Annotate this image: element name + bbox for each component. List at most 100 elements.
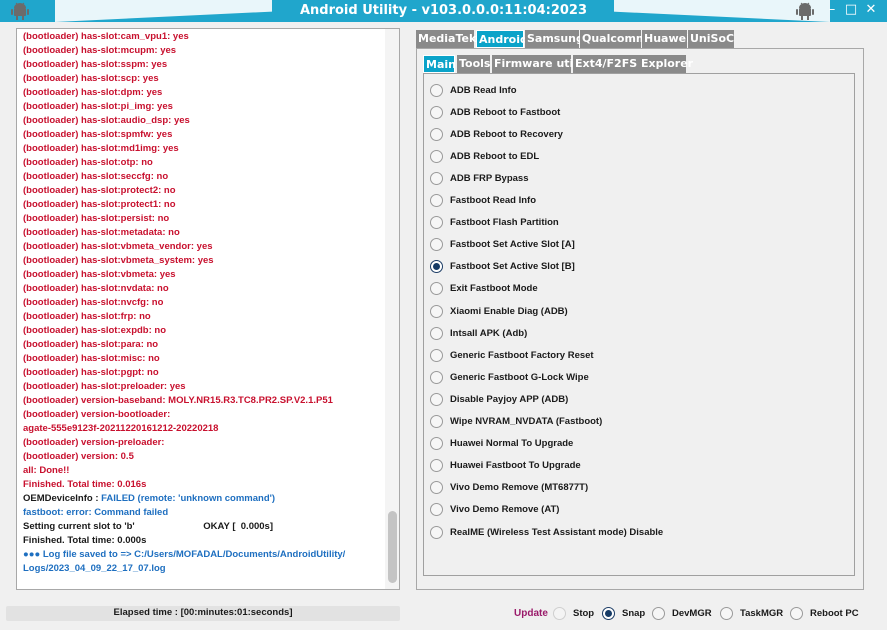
option-radio[interactable]: ADB FRP Bypass [430,169,529,187]
subtab-main[interactable]: Main [423,55,456,73]
option-radio[interactable]: ADB Reboot to EDL [430,147,539,165]
radio-button[interactable] [430,348,443,362]
option-radio[interactable]: Fastboot Set Active Slot [A] [430,236,575,254]
radio-button[interactable] [720,607,733,620]
radio-button[interactable] [430,127,443,141]
close-button[interactable]: ✕ [863,2,879,18]
log-line: (bootloader) version-bootloader: [23,409,171,420]
radio-button[interactable] [430,459,443,473]
bottom-option-reboot-pc[interactable]: Reboot PC [790,606,859,621]
radio-button[interactable] [602,607,615,620]
radio-button[interactable] [430,437,443,451]
option-radio[interactable]: Xiaomi Enable Diag (ADB) [430,302,568,320]
log-line: (bootloader) has-slot:expdb: no [23,325,167,336]
tab-qualcomm[interactable]: Qualcomm [580,30,647,48]
radio-button[interactable] [430,282,443,296]
option-label: Vivo Demo Remove (AT) [450,504,560,516]
radio-button[interactable] [430,503,443,517]
log-line: (bootloader) has-slot:seccfg: no [23,171,169,182]
option-radio[interactable]: Fastboot Read Info [430,192,536,210]
option-radio[interactable]: Wipe NVRAM_NVDATA (Fastboot) [430,413,602,431]
option-radio[interactable]: ADB Reboot to Fastboot [430,103,560,121]
log-line: (bootloader) has-slot:sspm: yes [23,59,168,70]
radio-button[interactable] [430,194,443,207]
bottom-option-snap[interactable]: Snap [602,606,645,621]
radio-button[interactable] [430,415,443,428]
option-radio[interactable]: Intsall APK (Adb) [430,324,527,342]
radio-button[interactable] [430,370,443,384]
log-line: Finished. Total time: 0.016s [23,479,147,490]
option-radio[interactable]: Vivo Demo Remove (AT) [430,501,559,519]
radio-button [553,607,566,620]
log-line-prefix: OEMDeviceInfo : [23,493,102,504]
radio-button[interactable] [430,525,443,539]
minimize-button[interactable]: – [824,2,840,18]
subtab-firmware-utils[interactable]: Firmware utils [492,55,584,73]
log-line: (bootloader) has-slot:pi_img: yes [23,101,173,112]
log-line: (bootloader) version: 0.5 [23,451,134,462]
option-radio[interactable]: ADB Read Info [430,81,517,99]
option-label: Fastboot Read Info [450,195,537,206]
log-line: (bootloader) has-slot:para: no [23,339,159,350]
radio-button[interactable] [430,392,443,406]
log-line: (bootloader) has-slot:nvcfg: no [23,297,164,308]
option-radio[interactable]: Exit Fastboot Mode [430,280,538,298]
log-line: (bootloader) has-slot:spmfw: yes [23,129,173,140]
tab-unisoc[interactable]: UniSoC [688,30,734,48]
radio-button[interactable] [430,238,443,252]
subtab-tools[interactable]: Tools [457,55,490,73]
log-line: (bootloader) has-slot:vbmeta: yes [23,269,176,280]
tab-huawei[interactable]: Huawei [642,30,690,48]
option-label: Intsall APK (Adb) [450,327,528,339]
option-radio[interactable]: Generic Fastboot G-Lock Wipe [430,368,589,386]
option-radio[interactable]: RealME (Wireless Test Assistant mode) Di… [430,523,663,541]
radio-button[interactable] [430,105,443,119]
radio-button[interactable] [790,607,803,620]
option-label: ADB Reboot to Recovery [450,128,563,140]
log-line: (bootloader) has-slot:pgpt: no [23,367,159,378]
log-panel[interactable]: (bootloader) has-slot:cam_vpu1: yes (boot… [16,28,400,590]
bottom-option-taskmgr[interactable]: TaskMGR [720,606,783,621]
log-scrollbar[interactable] [385,29,399,589]
option-label: Disable Payjoy APP (ADB) [450,393,569,405]
log-line: (bootloader) version-preloader: [23,437,165,448]
main-content: (bootloader) has-slot:cam_vpu1: yes (boot… [0,22,887,630]
option-radio[interactable]: Huawei Normal To Upgrade [430,435,573,453]
option-radio[interactable]: Fastboot Flash Partition [430,214,559,232]
log-line: (bootloader) has-slot:preloader: yes [23,381,186,392]
tab-mediatek[interactable]: MediaTek [416,30,476,48]
radio-button[interactable] [430,326,443,340]
option-radio[interactable]: Huawei Fastboot To Upgrade [430,457,581,475]
radio-button[interactable] [430,149,443,163]
option-label: Huawei Normal To Upgrade [450,438,574,450]
radio-button[interactable] [430,83,443,97]
radio-button[interactable] [430,216,443,230]
radio-button[interactable] [430,304,443,318]
options-panel: ADB Read Info ADB Reboot to Fastboot ADB R… [423,73,855,576]
bottom-option-devmgr[interactable]: DevMGR [652,606,712,621]
log-scrollbar-thumb[interactable] [388,511,397,583]
log-line: (bootloader) has-slot:otp: no [23,157,153,168]
log-line: (bootloader) has-slot:metadata: no [23,227,180,238]
option-label: Generic Fastboot Factory Reset [450,349,594,361]
update-link[interactable]: Update [514,608,548,619]
option-radio[interactable]: Generic Fastboot Factory Reset [430,346,594,364]
option-radio[interactable]: Disable Payjoy APP (ADB) [430,390,568,408]
radio-button[interactable] [430,260,443,274]
tab-samsung[interactable]: Samsung [525,30,584,48]
log-line: (bootloader) has-slot:persist: no [23,213,170,224]
option-radio[interactable]: Fastboot Set Active Slot [B] [430,258,575,276]
radio-button[interactable] [430,171,443,185]
option-radio[interactable]: Vivo Demo Remove (MT6877T) [430,479,588,497]
option-label: ADB FRP Bypass [450,172,529,184]
log-line: (bootloader) has-slot:audio_dsp: yes [23,115,190,126]
subtab-ext4-f2fs-explorer[interactable]: Ext4/F2FS Explorer [573,55,693,73]
option-radio[interactable]: ADB Reboot to Recovery [430,125,563,143]
radio-button[interactable] [652,607,665,620]
radio-button[interactable] [430,481,443,495]
status-bar: Elapsed time : [00:minutes:01:seconds] [6,606,400,621]
bottom-option-label: TaskMGR [740,608,784,619]
maximize-button[interactable]: □ [843,2,859,18]
tab-android[interactable]: Android [476,30,528,48]
log-line: Setting current slot to 'b' OKAY [ 0.000… [23,521,273,532]
